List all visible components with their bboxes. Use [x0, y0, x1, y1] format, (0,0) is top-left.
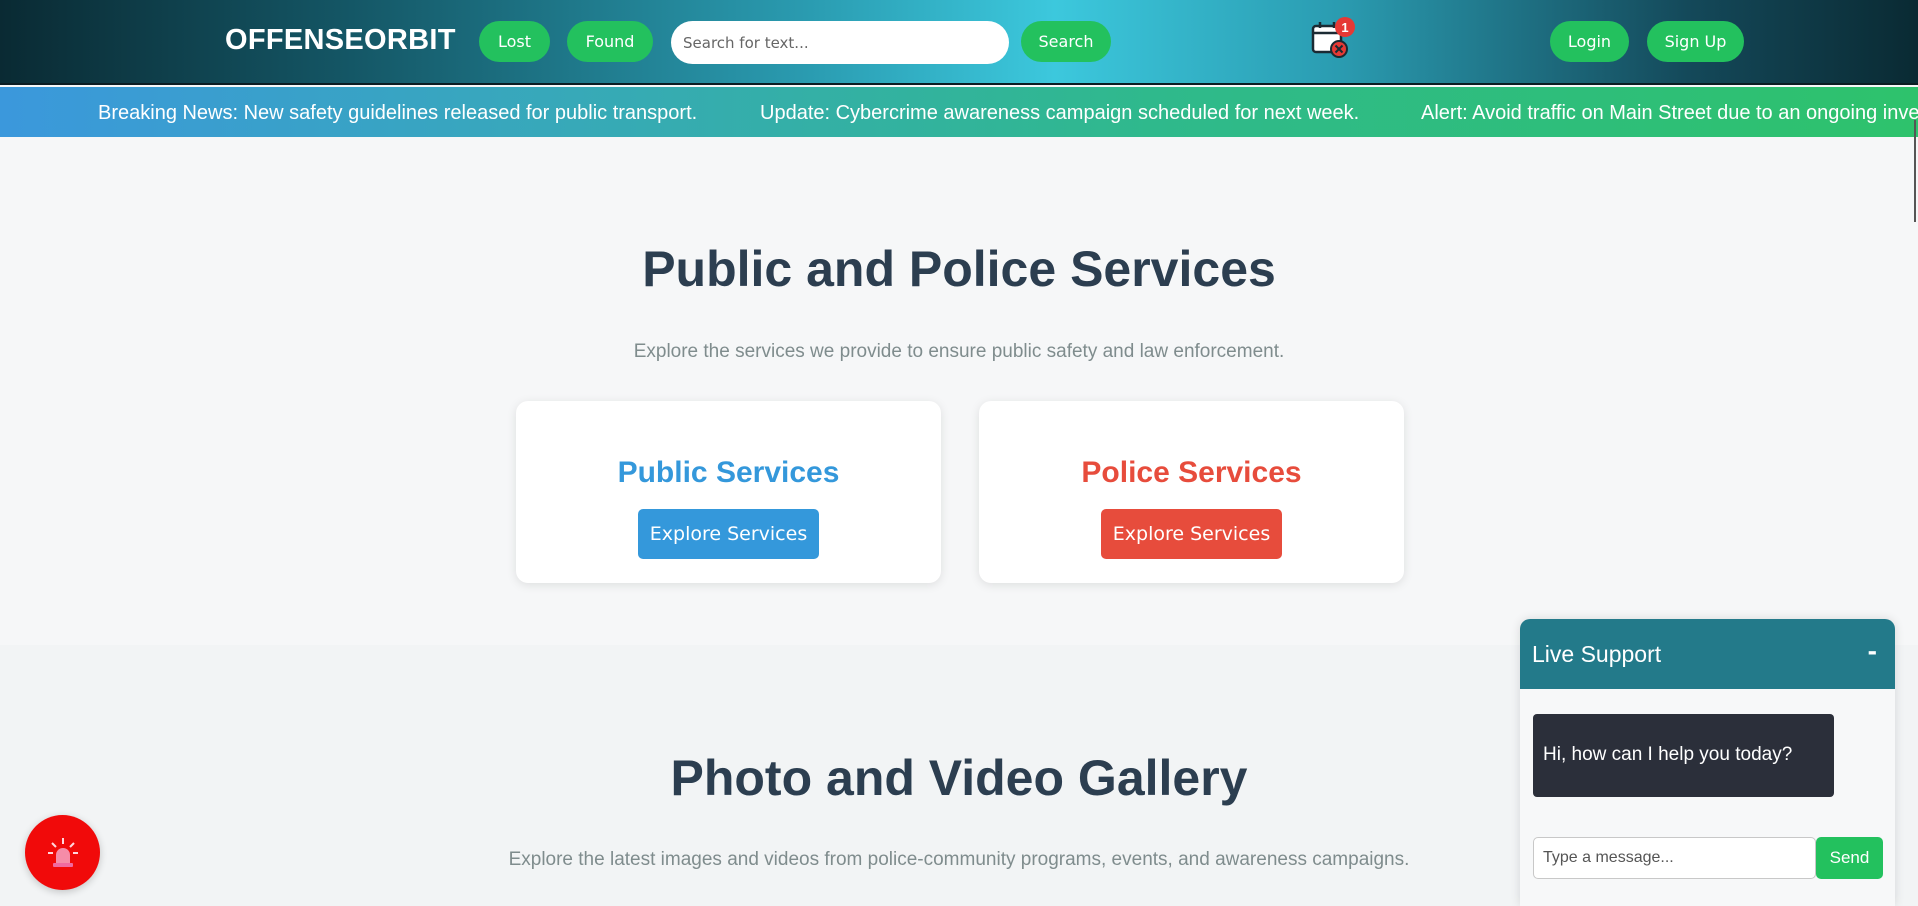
ticker-item: Breaking News: New safety guidelines rel…	[98, 102, 698, 124]
found-button[interactable]: Found	[567, 21, 653, 62]
services-subtitle: Explore the services we provide to ensur…	[633, 341, 1285, 362]
chat-header[interactable]: Live Support -	[1520, 619, 1895, 689]
lost-button[interactable]: Lost	[479, 21, 550, 62]
services-title: Public and Police Services	[642, 241, 1276, 297]
police-services-card: Police Services Explore Services	[979, 401, 1404, 583]
explore-public-services-button[interactable]: Explore Services	[638, 509, 819, 559]
police-services-title: Police Services	[1081, 456, 1302, 489]
chat-message: Hi, how can I help you today?	[1533, 714, 1834, 797]
emergency-button[interactable]	[25, 815, 100, 890]
live-support-widget: Live Support - Hi, how can I help you to…	[1520, 619, 1895, 906]
chat-message-input[interactable]	[1533, 837, 1816, 879]
siren-icon	[47, 837, 78, 867]
explore-police-services-button[interactable]: Explore Services	[1101, 509, 1282, 559]
chat-send-button[interactable]: Send	[1816, 837, 1883, 879]
brand-logo[interactable]: OFFENSEORBIT	[225, 24, 456, 57]
ticker-item: Alert: Avoid traffic on Main Street due …	[1421, 102, 1918, 124]
search-input[interactable]	[671, 21, 1009, 64]
news-ticker: Breaking News: New safety guidelines rel…	[0, 87, 1918, 137]
public-services-title: Public Services	[617, 456, 840, 489]
ticker-item: Update: Cybercrime awareness campaign sc…	[760, 102, 1360, 124]
chat-minimize-button[interactable]: -	[1868, 635, 1877, 667]
top-navbar: OFFENSEORBIT Lost Found Search 1 Login S…	[0, 0, 1918, 85]
scrollbar-thumb[interactable]	[1914, 120, 1916, 222]
signup-button[interactable]: Sign Up	[1647, 21, 1744, 62]
chat-title: Live Support	[1532, 641, 1662, 667]
notification-badge: 1	[1335, 17, 1355, 37]
public-services-card: Public Services Explore Services	[516, 401, 941, 583]
login-button[interactable]: Login	[1550, 21, 1629, 62]
search-button[interactable]: Search	[1021, 21, 1111, 62]
services-section	[0, 137, 1918, 645]
